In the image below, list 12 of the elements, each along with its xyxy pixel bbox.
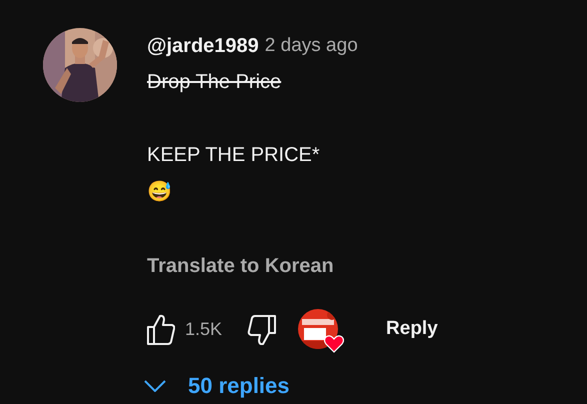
timestamp[interactable]: 2 days ago: [264, 35, 358, 57]
chevron-down-icon: [144, 380, 166, 392]
translate-link[interactable]: Translate to Korean: [147, 247, 334, 285]
username[interactable]: @jarde1989: [147, 34, 259, 58]
like-count: 1.5K: [185, 318, 222, 340]
replies-toggle[interactable]: 50 replies: [138, 369, 296, 403]
heart-icon: [324, 335, 344, 353]
reply-button[interactable]: Reply: [378, 310, 446, 348]
comment-text: Drop The Price: [147, 70, 282, 95]
thumbs-up-icon[interactable]: [147, 313, 175, 345]
comment-text: KEEP THE PRICE*: [147, 143, 320, 168]
comment-text: 😅: [147, 180, 172, 205]
